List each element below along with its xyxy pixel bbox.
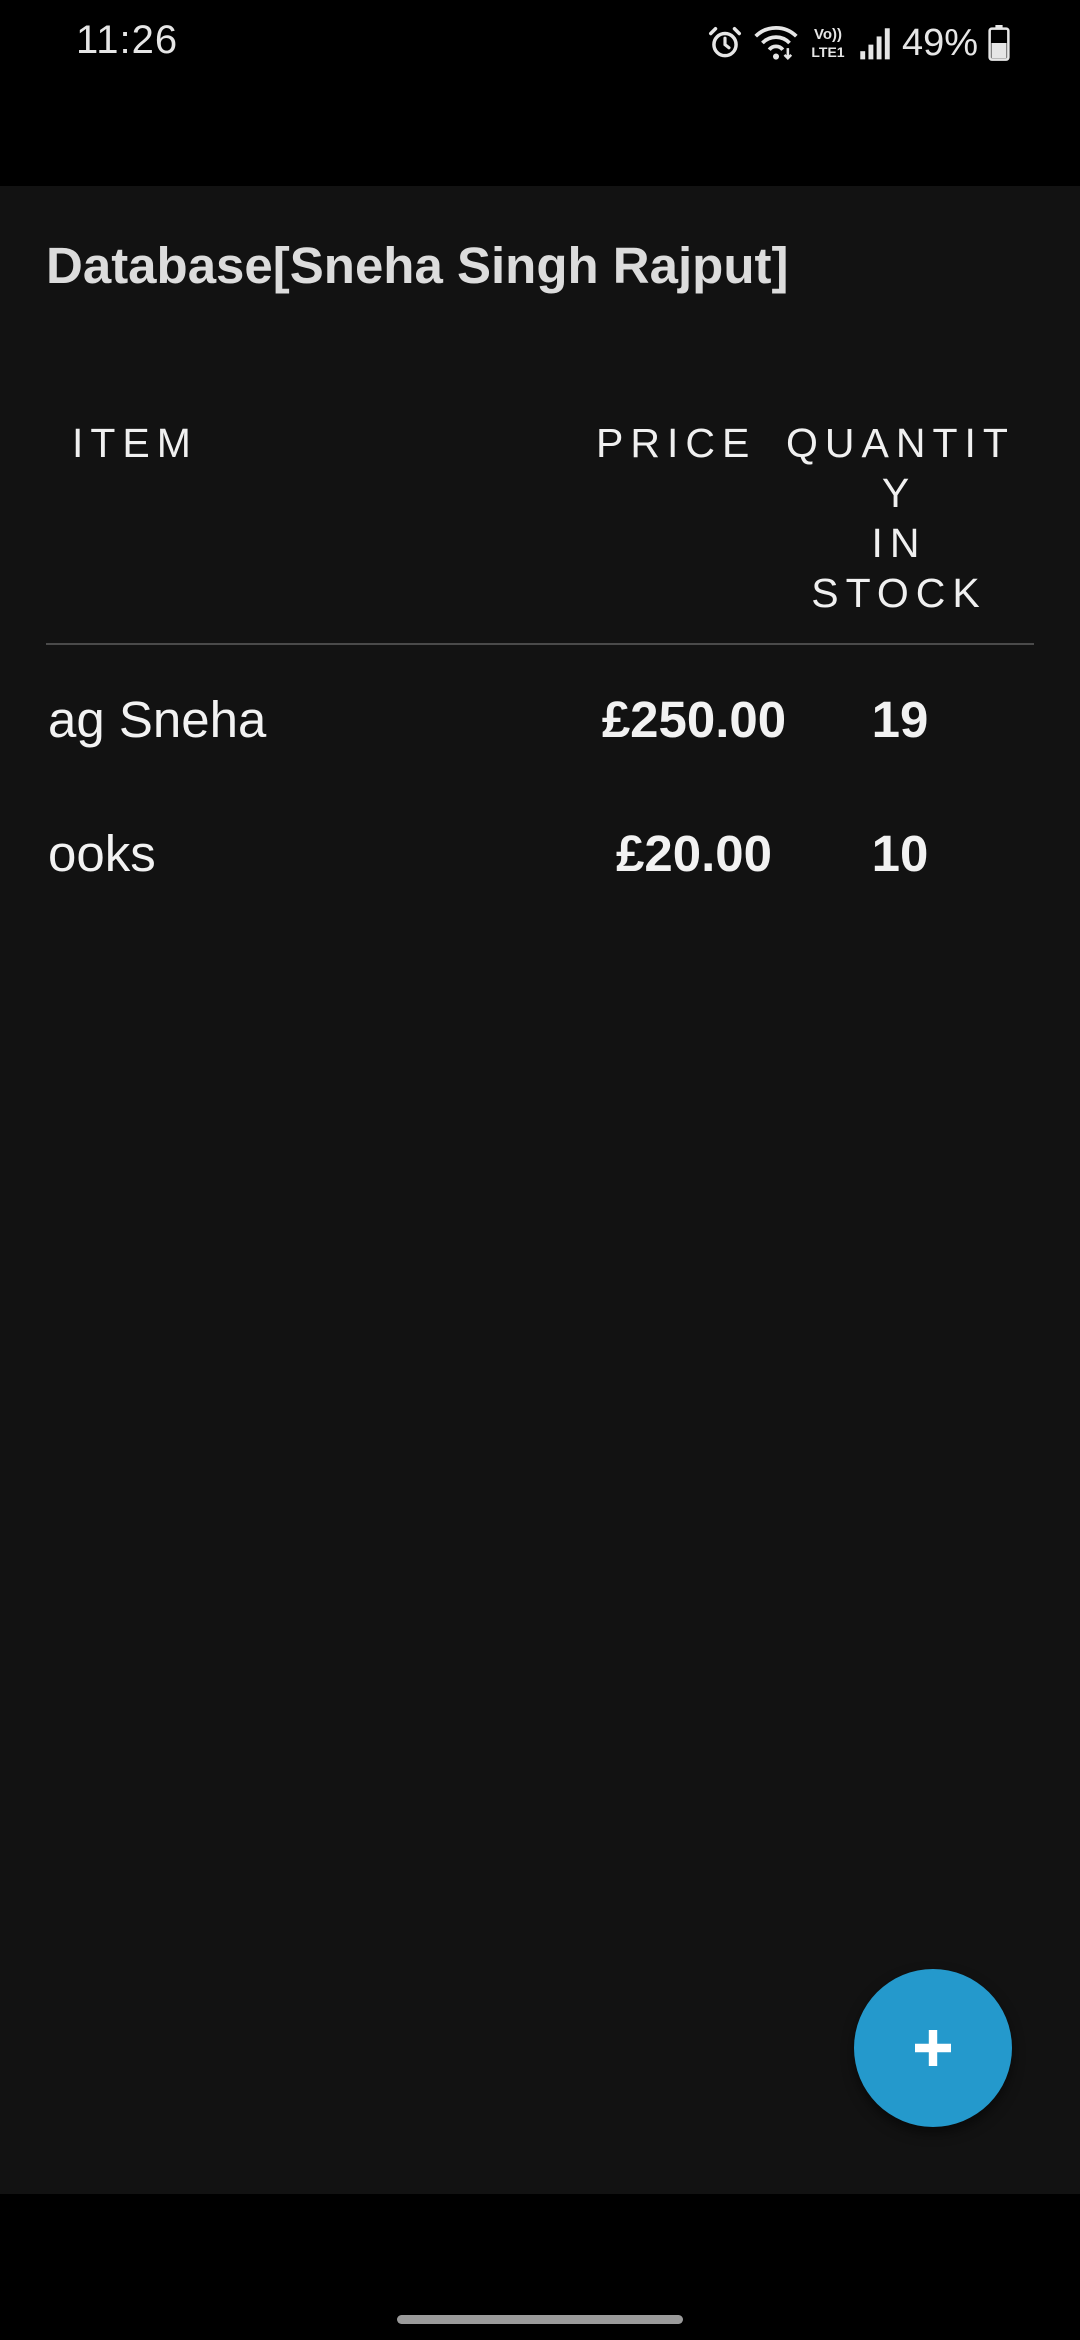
row-item-quantity: 10 bbox=[871, 825, 929, 882]
volte-icon: Vo)) LTE1 bbox=[811, 26, 844, 60]
table-body: Bag Sneha £250.00 19 Books £20.00 10 bbox=[0, 672, 1080, 940]
alarm-icon bbox=[708, 27, 741, 58]
app-content: Database[Sneha Singh Rajput] ITEM PRICE … bbox=[0, 186, 1080, 2194]
status-bar: 11:26 Vo)) LTE1 49% bbox=[0, 0, 1080, 90]
row-item-name: Bag Sneha bbox=[14, 691, 267, 748]
row-item-quantity: 19 bbox=[871, 691, 929, 748]
row-item-name: Books bbox=[14, 825, 156, 882]
column-header-price: PRICE bbox=[596, 420, 757, 466]
battery-icon bbox=[988, 25, 1010, 61]
page-title: Database[Sneha Singh Rajput] bbox=[46, 237, 789, 294]
header-divider bbox=[46, 643, 1034, 645]
wifi-icon bbox=[754, 26, 798, 61]
battery-percent: 49% bbox=[901, 21, 978, 64]
row-item-price: £20.00 bbox=[616, 825, 772, 882]
signal-icon bbox=[860, 28, 890, 60]
table-header: ITEM PRICE QUANTIT Y IN STOCK bbox=[0, 418, 1080, 616]
home-gesture-handle[interactable] bbox=[397, 2315, 683, 2324]
svg-text:LTE1: LTE1 bbox=[811, 44, 844, 60]
navigation-bar bbox=[0, 2194, 1080, 2340]
add-item-button[interactable] bbox=[854, 1969, 1012, 2127]
plus-icon bbox=[915, 2030, 951, 2066]
column-header-item: ITEM bbox=[72, 420, 198, 466]
status-icons: Vo)) LTE1 49% bbox=[706, 20, 1010, 66]
table-row[interactable]: Books £20.00 10 bbox=[0, 806, 1080, 940]
row-item-price: £250.00 bbox=[601, 691, 787, 748]
status-time: 11:26 bbox=[76, 18, 179, 62]
svg-text:Vo)): Vo)) bbox=[814, 26, 842, 43]
table-row[interactable]: Bag Sneha £250.00 19 bbox=[0, 672, 1080, 806]
column-header-quantity: QUANTIT Y IN STOCK bbox=[786, 420, 1015, 616]
